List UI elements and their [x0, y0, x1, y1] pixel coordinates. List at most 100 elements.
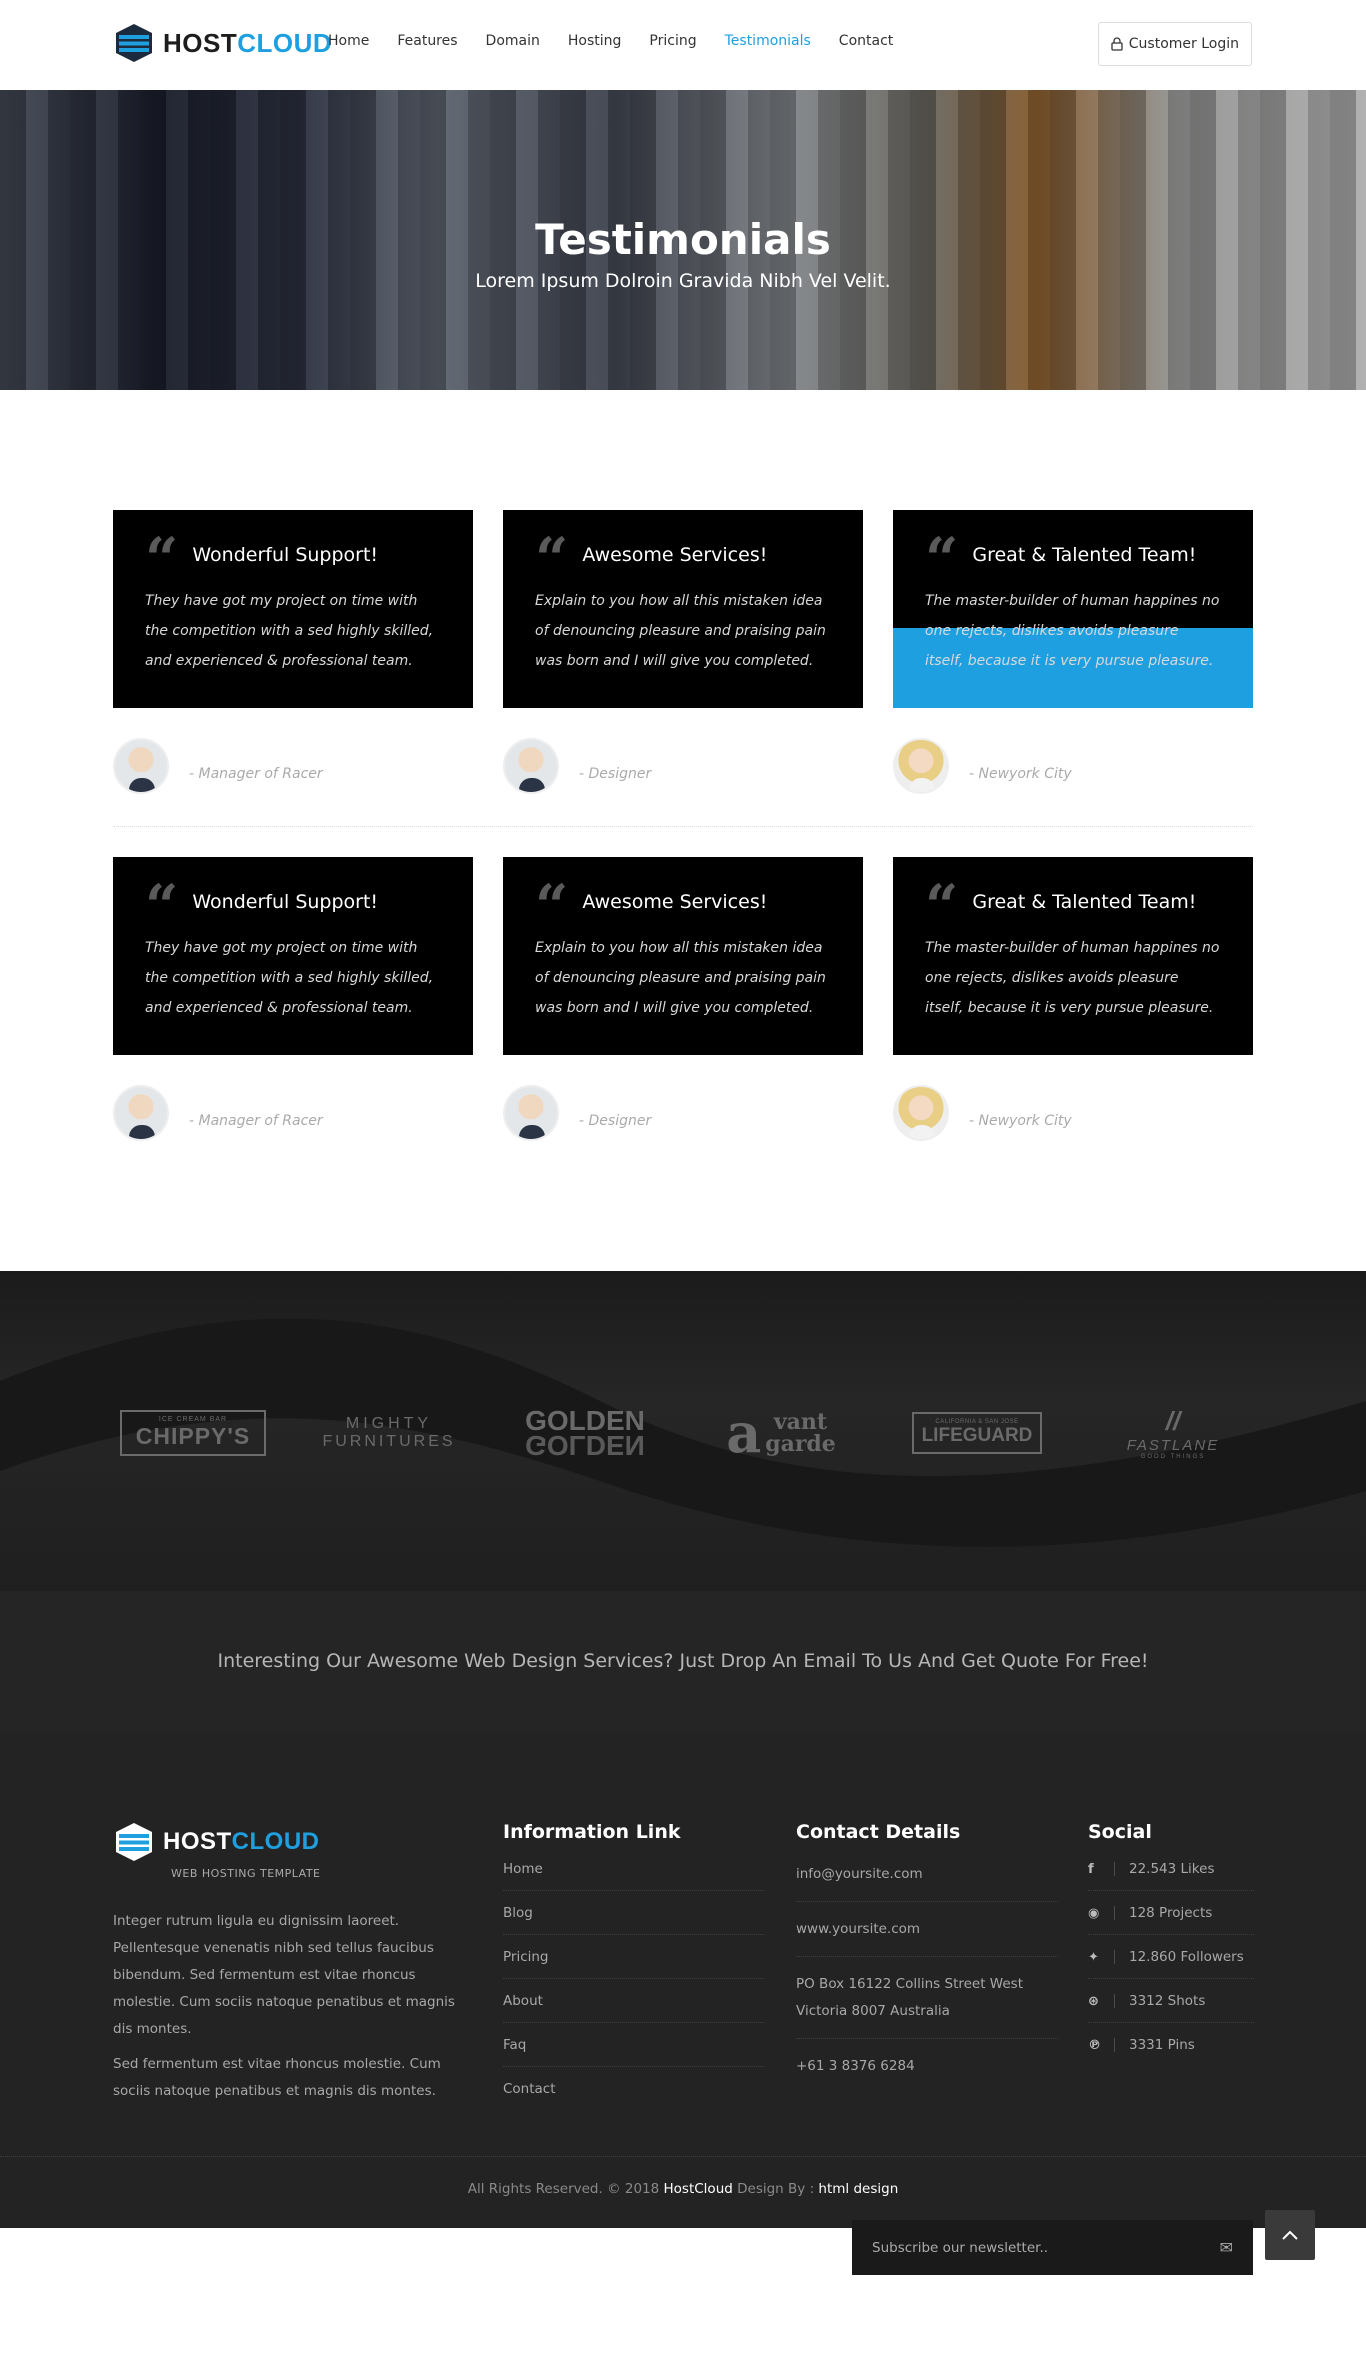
testimonial-item: “ Great & Talented Team! The master-build…: [893, 857, 1253, 1141]
client-logo-fastlane[interactable]: // FASTLANE GOOD THINGS: [1093, 1391, 1253, 1475]
client-logo-lifeguard[interactable]: CALIFORNIA & SAN JOSE LIFEGUARD: [897, 1391, 1057, 1475]
customer-login-button[interactable]: Customer Login: [1097, 22, 1252, 66]
fastlane-mark-icon: //: [1165, 1406, 1181, 1436]
testimonial-text: They have got my project on time with th…: [145, 940, 434, 1016]
logo-text-host: HOST: [163, 27, 238, 58]
client-logo-golden[interactable]: GOLDEN GOLDEN: [505, 1391, 665, 1475]
client-logo-mighty[interactable]: MIGHTY FURNITURES: [309, 1391, 469, 1475]
client-logo-avantgarde-bottom: garde: [765, 1431, 836, 1457]
footer-information-links: Information Link Home Blog Pricing About…: [503, 1821, 765, 2110]
author-role: - Designer: [579, 766, 652, 782]
footer-description: Integer rutrum ligula eu dignissim laore…: [113, 1913, 455, 2037]
testimonial-title: Awesome Services!: [582, 891, 768, 913]
footer-link-contact[interactable]: Contact: [503, 2067, 765, 2110]
contact-email[interactable]: info@yoursite.com: [796, 1861, 1058, 1902]
nav-contact[interactable]: Contact: [839, 33, 893, 49]
client-logo-fastlane-bottom: GOOD THINGS: [1140, 1454, 1206, 1460]
nav-domain[interactable]: Domain: [486, 33, 540, 49]
social-dribbble[interactable]: ⊛ 3312 Shots: [1088, 1979, 1254, 2023]
testimonial-author: - Designer: [503, 1085, 863, 1141]
facebook-icon: f: [1088, 1861, 1094, 1877]
designer-link[interactable]: html design: [818, 2181, 898, 2197]
social-facebook[interactable]: f 22.543 Likes: [1088, 1861, 1254, 1891]
testimonial-text: The master-builder of human happines no …: [925, 940, 1220, 1016]
quote-icon: “: [535, 872, 569, 940]
nav-hosting[interactable]: Hosting: [568, 33, 622, 49]
footer-bottom-bar: All Rights Reserved. © 2018 HostCloud De…: [0, 2156, 1366, 2275]
testimonials-section: “ Wonderful Support! They have got my pro…: [0, 390, 1366, 1271]
client-logo-chippys[interactable]: ICE CREAM BAR CHIPPY'S: [113, 1391, 273, 1475]
customer-login-label: Customer Login: [1128, 36, 1239, 52]
github-icon: ◉: [1088, 1905, 1100, 1921]
avatar: [503, 1085, 559, 1141]
footer-heading: Contact Details: [796, 1821, 961, 1843]
nav-home[interactable]: Home: [328, 33, 369, 49]
testimonial-item: “ Wonderful Support! They have got my pro…: [113, 857, 473, 1141]
testimonial-text: Explain to you how all this mistaken ide…: [535, 593, 826, 669]
social-github[interactable]: ◉ 128 Projects: [1088, 1891, 1254, 1935]
nav-pricing[interactable]: Pricing: [649, 33, 696, 49]
footer-social: Social f 22.543 Likes ◉ 128 Projects ✦ 1…: [1088, 1821, 1254, 2066]
nav-features[interactable]: Features: [397, 33, 457, 49]
testimonial-card: “ Awesome Services! Explain to you how al…: [503, 857, 863, 1055]
testimonial-text: The master-builder of human happines no …: [925, 593, 1220, 669]
testimonial-author: - Manager of Racer: [113, 738, 473, 794]
testimonial-card: “ Wonderful Support! They have got my pro…: [113, 857, 473, 1055]
testimonial-row: “ Wonderful Support! They have got my pro…: [113, 510, 1253, 794]
lock-icon: [1111, 37, 1123, 51]
footer-logo[interactable]: HOSTCLOUD: [113, 1821, 469, 1863]
footer-link-faq[interactable]: Faq: [503, 2023, 765, 2067]
footer-description: Sed fermentum est vitae rhoncus molestie…: [113, 2056, 441, 2099]
client-logo-avantgarde-main: vant: [773, 1409, 828, 1435]
contact-address: PO Box 16122 Collins Street West Victori…: [796, 1957, 1058, 2039]
contact-phone: +61 3 8376 6284: [796, 2058, 915, 2074]
footer-link-blog[interactable]: Blog: [503, 1891, 765, 1935]
footer-link-about[interactable]: About: [503, 1979, 765, 2023]
envelope-icon[interactable]: ✉: [1220, 2238, 1233, 2257]
hero-banner: Testimonials Lorem Ipsum Dolroin Gravida…: [0, 90, 1366, 390]
footer-tagline: WEB HOSTING TEMPLATE: [171, 1867, 321, 1880]
testimonial-card: “ Wonderful Support! They have got my pro…: [113, 510, 473, 708]
testimonial-author: - Newyork City: [893, 738, 1253, 794]
social-twitter[interactable]: ✦ 12.860 Followers: [1088, 1935, 1254, 1979]
copyright-brand-link[interactable]: HostCloud: [664, 2181, 733, 2197]
client-logo-mighty-bottom: FURNITURES: [322, 1433, 456, 1450]
quote-icon: “: [925, 525, 959, 593]
cta-text: Interesting Our Awesome Web Design Servi…: [217, 1650, 1149, 1672]
client-logo-chippys-top: ICE CREAM BAR: [158, 1416, 228, 1423]
scroll-to-top-button[interactable]: [1265, 2210, 1315, 2260]
testimonial-item: “ Wonderful Support! They have got my pro…: [113, 510, 473, 794]
footer-contact-details: Contact Details info@yoursite.com www.yo…: [796, 1821, 1058, 2093]
copyright-mid: Design By :: [737, 2181, 815, 2197]
chevron-up-icon: [1282, 2230, 1298, 2240]
logo[interactable]: HOSTCLOUD: [113, 22, 332, 64]
contact-website[interactable]: www.yoursite.com: [796, 1902, 1058, 1957]
client-logo-lifeguard-main: LIFEGUARD: [921, 1425, 1033, 1446]
cta-banner: Interesting Our Awesome Web Design Servi…: [0, 1591, 1366, 1731]
nav-testimonials[interactable]: Testimonials: [725, 33, 811, 49]
quote-icon: “: [145, 872, 179, 940]
footer-logo-cloud: CLOUD: [231, 1828, 320, 1855]
client-logo-row: ICE CREAM BAR CHIPPY'S MIGHTY FURNITURES…: [113, 1391, 1253, 1475]
client-logo-avantgarde-letter: a: [726, 1401, 762, 1465]
author-role: - Newyork City: [969, 1113, 1072, 1129]
testimonial-title: Great & Talented Team!: [972, 891, 1197, 913]
footer-link-home[interactable]: Home: [503, 1861, 765, 1891]
testimonial-author: - Designer: [503, 738, 863, 794]
footer-heading: Information Link: [503, 1821, 681, 1843]
testimonial-author: - Manager of Racer: [113, 1085, 473, 1141]
testimonial-card-hover[interactable]: “ Great & Talented Team! The master-build…: [893, 510, 1253, 708]
client-logo-avantgarde[interactable]: a vant garde: [701, 1391, 861, 1475]
pinterest-icon: ℗: [1088, 2037, 1101, 2053]
newsletter-email-input[interactable]: [872, 2239, 1172, 2256]
social-count: 12.860 Followers: [1129, 1949, 1244, 1965]
page-subtitle: Lorem Ipsum Dolroin Gravida Nibh Vel Vel…: [475, 270, 891, 292]
social-pinterest[interactable]: ℗ 3331 Pins: [1088, 2023, 1254, 2066]
avatar: [113, 1085, 169, 1141]
author-role: - Designer: [579, 1113, 652, 1129]
footer-logo-host: HOST: [163, 1828, 232, 1855]
site-footer: HOSTCLOUD WEB HOSTING TEMPLATE Integer r…: [0, 1731, 1366, 2275]
page-title: Testimonials: [535, 215, 831, 264]
footer-link-pricing[interactable]: Pricing: [503, 1935, 765, 1979]
testimonial-item: “ Great & Talented Team! The master-build…: [893, 510, 1253, 794]
